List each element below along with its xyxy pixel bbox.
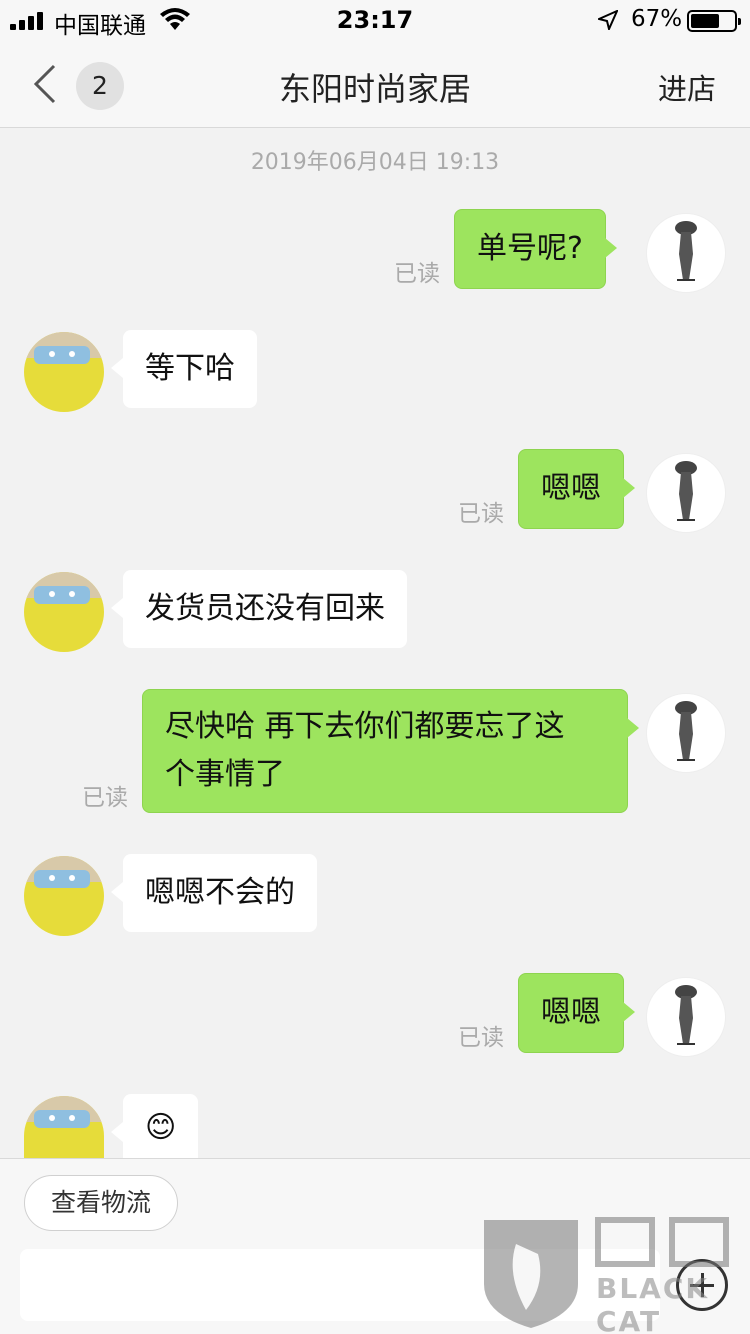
my-avatar[interactable]	[646, 213, 726, 293]
page-title: 东阳时尚家居	[278, 70, 471, 108]
read-receipt: 已读	[82, 785, 128, 811]
watermark-brand-text: BLACK CAT	[596, 1272, 710, 1334]
incoming-message[interactable]: 嗯嗯不会的	[111, 854, 317, 932]
sketch-figure-icon	[675, 221, 697, 281]
my-avatar[interactable]	[646, 977, 726, 1057]
chat-timestamp: 2019年06月04日 19:13	[250, 150, 500, 175]
message-line: 个事情了	[165, 757, 285, 792]
shop-avatar[interactable]	[24, 572, 104, 652]
read-receipt: 已读	[394, 261, 440, 287]
my-avatar[interactable]	[646, 453, 726, 533]
location-arrow-icon	[598, 10, 618, 30]
sketch-figure-icon	[675, 701, 697, 761]
pillow-bed-icon	[24, 332, 104, 412]
outgoing-message[interactable]: 嗯嗯	[518, 449, 635, 529]
enter-store-button[interactable]: 进店	[658, 66, 716, 108]
black-cat-shield-logo	[484, 1220, 578, 1328]
incoming-message[interactable]: 😊	[110, 1094, 199, 1158]
shop-avatar[interactable]	[24, 1096, 104, 1158]
sketch-figure-icon	[675, 985, 697, 1045]
black-cat-watermark: BLACK CAT	[476, 1214, 746, 1334]
incoming-message[interactable]: 等下哈	[111, 330, 257, 408]
status-bar: 中国联通 23:17 67%	[0, 0, 750, 40]
read-receipt: 已读	[458, 1025, 504, 1051]
pillow-bed-icon	[24, 1096, 104, 1158]
shop-avatar[interactable]	[24, 332, 104, 412]
message-line: 尽快哈 再下去你们都要忘了这	[165, 709, 565, 744]
battery-icon	[687, 10, 741, 32]
nav-header: 2 东阳时尚家居 进店	[0, 40, 750, 128]
outgoing-message[interactable]: 嗯嗯	[518, 973, 635, 1053]
outgoing-message[interactable]: 尽快哈 再下去你们都要忘了这 个事情了	[142, 689, 639, 813]
pillow-bed-icon	[24, 572, 104, 652]
view-logistics-button[interactable]: 查看物流	[24, 1175, 178, 1231]
incoming-message[interactable]: 发货员还没有回来	[111, 570, 407, 648]
read-receipt: 已读	[458, 501, 504, 527]
shop-avatar[interactable]	[24, 856, 104, 936]
pillow-bed-icon	[24, 856, 104, 936]
black-cat-logo-mark	[595, 1217, 729, 1267]
outgoing-message[interactable]: 单号呢?	[454, 209, 617, 289]
battery-percent: 67%	[631, 6, 683, 32]
my-avatar[interactable]	[646, 693, 726, 773]
sketch-figure-icon	[675, 461, 697, 521]
